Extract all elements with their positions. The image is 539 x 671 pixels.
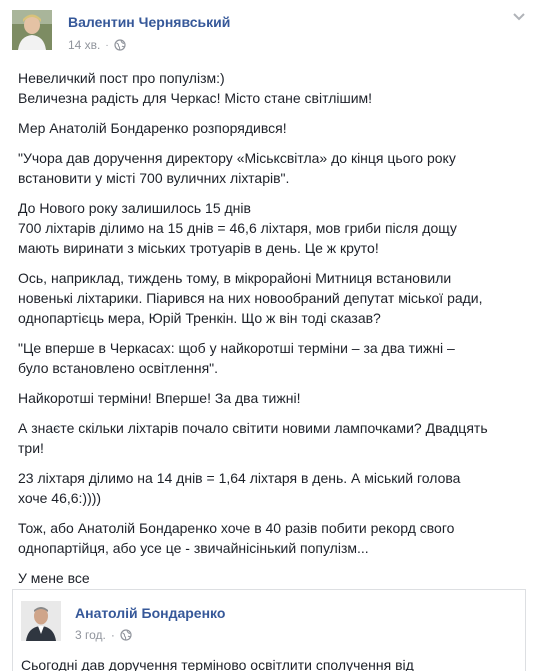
shared-post-timestamp[interactable]: 3 год. xyxy=(75,628,106,642)
shared-post-meta: 3 год. · xyxy=(75,628,132,642)
globe-icon xyxy=(114,39,126,51)
post-paragraph: У мене все xyxy=(18,570,90,586)
post-header: Валентин Чернявський 14 хв. · xyxy=(12,10,539,58)
post-paragraph: А знаєте скільки ліхтарів почало світити… xyxy=(18,420,488,456)
author-avatar[interactable] xyxy=(12,10,52,50)
post-paragraph: "Учора дав доручення директору «Міськсві… xyxy=(18,150,456,186)
chevron-down-icon[interactable] xyxy=(511,10,527,24)
post-paragraph: Тож, або Анатолій Бондаренко хоче в 40 р… xyxy=(18,520,455,556)
post-body: Невеличкий пост про популізм:) Величезна… xyxy=(18,68,523,598)
post-paragraph: Найкоротші терміни! Вперше! За два тижні… xyxy=(18,390,301,406)
author-name[interactable]: Валентин Чернявський xyxy=(68,14,230,30)
meta-separator: · xyxy=(105,39,109,51)
post-paragraph: Мер Анатолій Бондаренко розпорядився! xyxy=(18,120,287,136)
post-meta: 14 хв. · xyxy=(68,38,126,52)
shared-author-name[interactable]: Анатолій Бондаренко xyxy=(75,605,225,621)
shared-author-avatar[interactable] xyxy=(21,601,61,641)
post-paragraph: Ось, наприклад, тиждень тому, в мікрорай… xyxy=(18,270,483,326)
post-timestamp[interactable]: 14 хв. xyxy=(68,38,100,52)
shared-post-text: Сьогодні дав доручення терміново освітли… xyxy=(21,657,414,671)
post-paragraph: 23 ліхтаря ділимо на 14 днів = 1,64 ліхт… xyxy=(18,470,461,506)
post-paragraph: Невеличкий пост про популізм:) Величезна… xyxy=(18,70,373,106)
meta-separator: · xyxy=(110,628,115,642)
post-paragraph: До Нового року залишилось 15 днів 700 лі… xyxy=(18,200,457,256)
post-paragraph: "Це вперше в Черкасах: щоб у найкоротші … xyxy=(18,340,455,376)
facebook-post: Валентин Чернявський 14 хв. · Невеличкий… xyxy=(0,0,539,671)
shared-post[interactable]: Анатолій Бондаренко 3 год. · Сьогодні да… xyxy=(12,589,526,671)
globe-icon xyxy=(120,629,132,641)
